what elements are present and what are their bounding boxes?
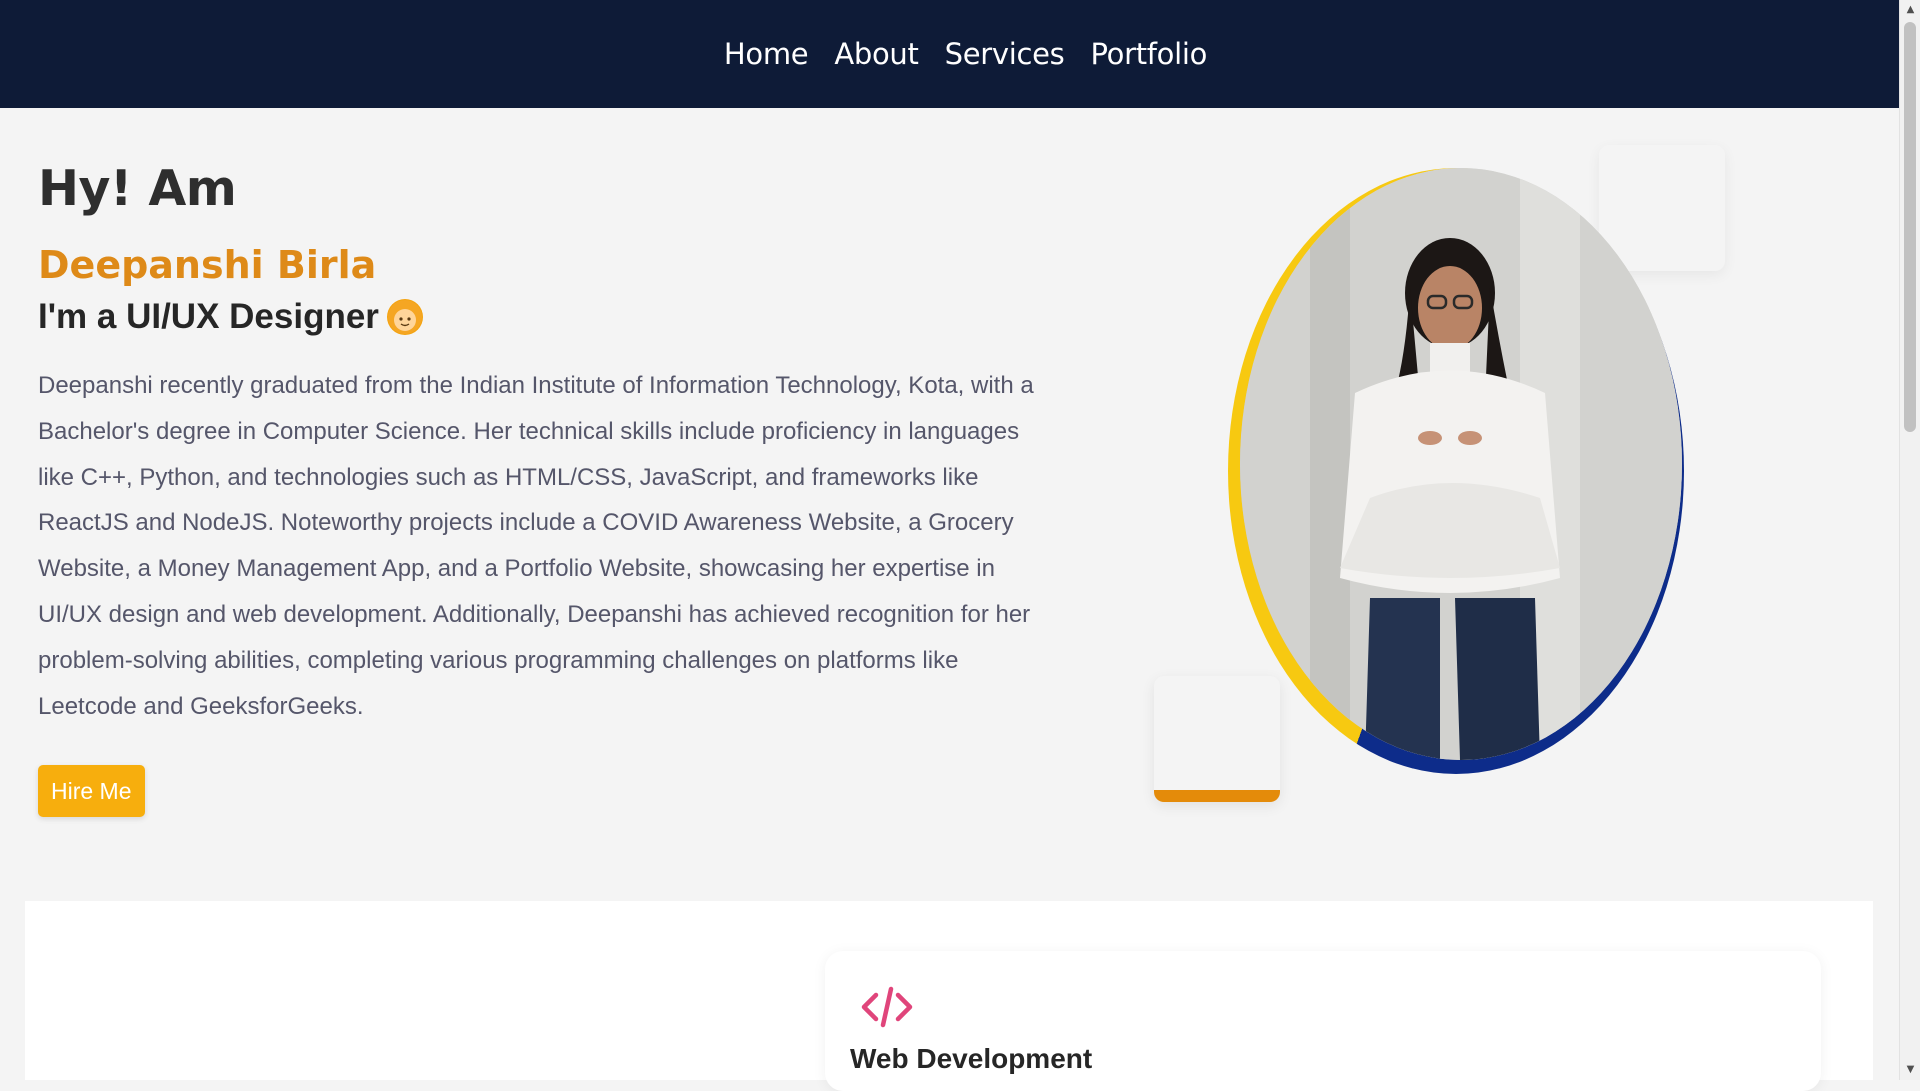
code-icon [861, 986, 913, 1028]
profile-photo [1240, 168, 1682, 760]
hero-role-text: I'm a UI/UX Designer [38, 297, 379, 336]
hire-me-button[interactable]: Hire Me [38, 765, 145, 818]
nav-services[interactable]: Services [945, 37, 1065, 71]
scroll-up-arrow-icon[interactable]: ▲ [1900, 2, 1920, 18]
scroll-down-arrow-icon[interactable]: ▼ [1900, 1062, 1920, 1078]
hero-section: Hy! Am Deepanshi Birla I'm a UI/UX Desig… [38, 160, 1048, 818]
person-emoji-icon [386, 299, 423, 335]
service-title: Web Development [850, 1043, 1093, 1074]
page-scrollbar[interactable]: ▲ ▼ [1899, 0, 1920, 1080]
nav-portfolio[interactable]: Portfolio [1090, 37, 1207, 71]
nav-about[interactable]: About [834, 37, 919, 71]
hero-name: Deepanshi Birla [38, 243, 377, 287]
top-nav: Home About Services Portfolio [0, 0, 1899, 108]
hero-bio: Deepanshi recently graduated from the In… [38, 372, 1034, 720]
decorative-card-accent-bar [1154, 790, 1280, 802]
hero-greeting: Hy! Am [38, 160, 237, 217]
decorative-card-top [1599, 145, 1725, 271]
scrollbar-thumb[interactable] [1904, 22, 1916, 432]
nav-home[interactable]: Home [724, 37, 809, 71]
decorative-card-bottom [1154, 676, 1280, 802]
hero-role: I'm a UI/UX Designer [38, 297, 1048, 337]
